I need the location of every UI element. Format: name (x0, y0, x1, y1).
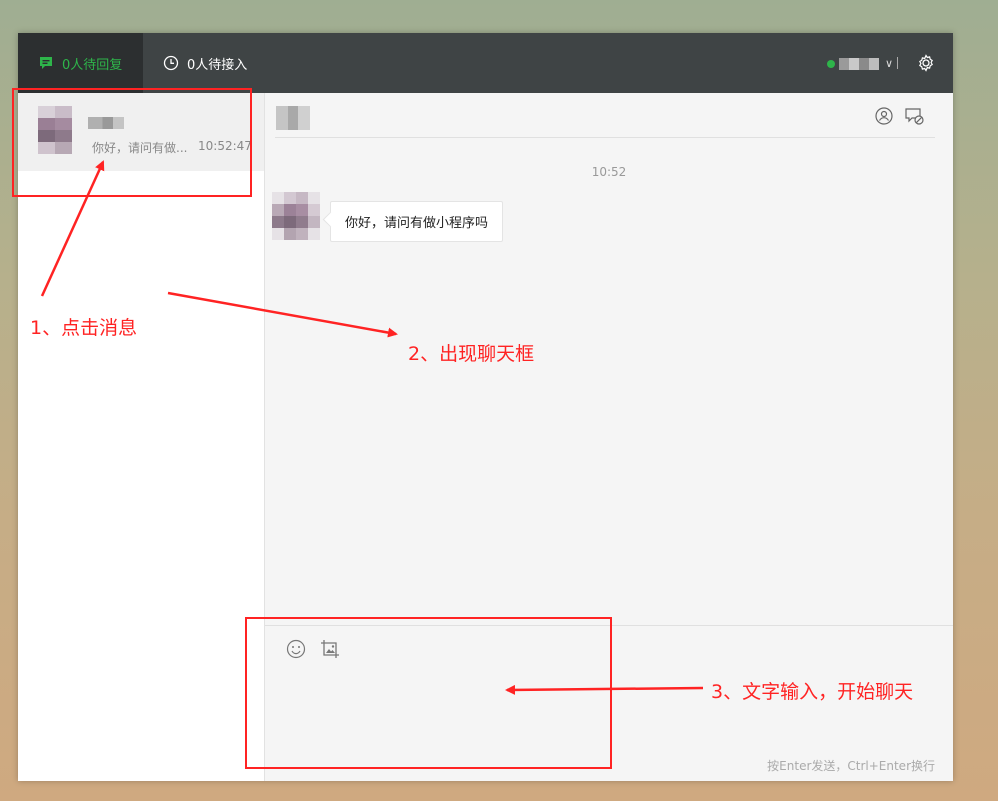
online-status-dot (826, 59, 835, 68)
message-bubble: 你好，请问有做小程序吗 (330, 201, 504, 242)
tab-pending-reply[interactable]: 0人待回复 (18, 33, 143, 93)
avatar (272, 192, 320, 240)
account-switcher[interactable]: ∨ (826, 57, 893, 70)
tab-label: 0人待回复 (62, 57, 123, 73)
send-shortcut-hint: 按Enter发送，Ctrl+Enter换行 (767, 759, 935, 773)
transfer-user-icon[interactable] (873, 105, 895, 127)
account-name-redacted (838, 57, 879, 70)
end-chat-icon[interactable] (903, 105, 925, 127)
highlight-box-conversation (12, 88, 252, 197)
tab-pending-accept[interactable]: 0人待接入 (163, 33, 247, 93)
top-bar: 0人待回复 0人待接入 ∨ (18, 33, 953, 93)
highlight-box-input (245, 617, 612, 769)
chat-contact-redacted (276, 106, 310, 130)
divider (897, 57, 898, 69)
annotation-step2: 2、出现聊天框 (408, 343, 535, 365)
gear-icon[interactable] (917, 54, 935, 72)
annotation-step3: 3、文字输入，开始聊天 (711, 681, 914, 703)
tab-label: 0人待接入 (187, 57, 248, 73)
clock-icon (163, 55, 179, 71)
chat-icon (40, 57, 52, 69)
chat-header (275, 93, 935, 138)
chevron-down-icon: ∨ (884, 57, 893, 70)
message-timestamp: 10:52 (591, 165, 627, 179)
annotation-step1: 1、点击消息 (30, 317, 138, 339)
